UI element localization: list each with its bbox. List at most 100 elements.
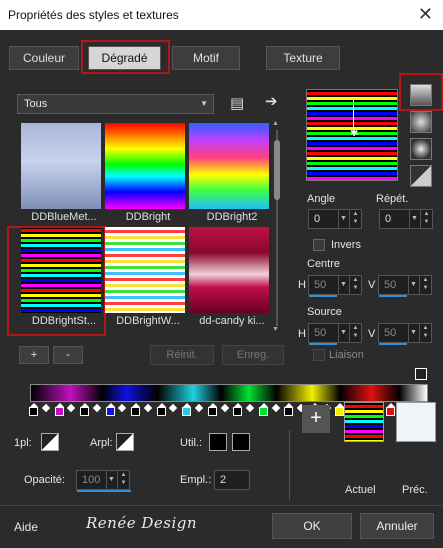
source-v-level (379, 343, 407, 345)
right-color-icon[interactable] (116, 433, 134, 451)
center-v-spinner[interactable]: 50 ▼ ▲ ▼ (378, 275, 432, 297)
gradient-stop[interactable] (233, 403, 243, 416)
chevron-down-icon[interactable]: ▼ (408, 324, 418, 342)
center-h-spinner[interactable]: 50 ▼ ▲ ▼ (308, 275, 362, 297)
gradient-stop[interactable] (105, 403, 115, 416)
category-value: Tous (24, 98, 48, 110)
stepper-icon[interactable]: ▲ ▼ (117, 471, 129, 489)
use-foreground-swatch[interactable] (209, 433, 227, 451)
gradient-thumb-5[interactable]: DDBrightW... (105, 227, 185, 327)
gradient-thumb-1[interactable]: DDBlueMet... (21, 123, 101, 223)
save-button[interactable]: Enreg. (222, 345, 284, 365)
gradient-stop[interactable] (284, 403, 294, 416)
current-swatch[interactable] (344, 402, 384, 442)
midpoint-marker[interactable] (245, 403, 255, 413)
gradient-thumb-label: DDBrightW... (116, 315, 180, 327)
linear-style-button[interactable] (410, 84, 432, 106)
rectangular-style-button[interactable] (410, 111, 432, 133)
chevron-down-icon[interactable]: ▼ (338, 324, 348, 342)
center-label: Centre (307, 258, 341, 270)
midpoint-marker[interactable] (169, 403, 178, 413)
scroll-thumb[interactable] (274, 140, 280, 200)
gradient-stop[interactable] (258, 403, 268, 416)
current-label: Actuel (345, 484, 376, 496)
link-label: Liaison (329, 349, 364, 361)
previous-swatch[interactable] (396, 402, 436, 442)
stepper-icon[interactable]: ▲ ▼ (419, 276, 431, 294)
stop-color-swatch (207, 407, 217, 416)
location-label: Empl.: (180, 474, 212, 486)
stepper-icon[interactable]: ▲ ▼ (420, 210, 432, 228)
tab-motif[interactable]: Motif (172, 46, 240, 70)
midpoint-marker[interactable] (118, 403, 127, 413)
repeat-value: 0 (385, 213, 392, 225)
gradient-stop[interactable] (131, 403, 141, 416)
gradient-stop[interactable] (80, 403, 90, 416)
use-label: Util.: (180, 437, 202, 449)
angle-value: 0 (314, 213, 321, 225)
stepper-icon[interactable]: ▲ ▼ (419, 324, 431, 342)
gradient-editor-bar[interactable] (30, 384, 428, 402)
library-scrollbar[interactable]: ▲ ▼ (272, 120, 282, 334)
midpoint-marker[interactable] (194, 403, 204, 413)
gradient-stop[interactable] (207, 403, 217, 416)
gradient-swatch (189, 227, 269, 313)
gradient-thumb-label: DDBlueMet... (31, 211, 97, 223)
location-input[interactable]: 2 (214, 470, 250, 490)
gradient-thumb-6[interactable]: dd-candy ki... (189, 227, 269, 327)
center-marker-icon[interactable]: ✱ (350, 128, 358, 139)
ok-button[interactable]: OK (272, 513, 352, 539)
midpoint-marker[interactable] (41, 403, 51, 413)
midpoint-marker[interactable] (220, 403, 229, 413)
repeat-spinner[interactable]: 0 ▼ ▲ ▼ (379, 209, 433, 229)
angle-spinner[interactable]: 0 ▼ ▲ ▼ (308, 209, 362, 229)
use-background-swatch[interactable] (232, 433, 250, 451)
center-h-label: H (298, 279, 306, 291)
stepper-icon[interactable]: ▲ ▼ (349, 276, 361, 294)
stop-color-swatch (29, 407, 38, 416)
midpoint-marker[interactable] (67, 403, 76, 413)
midpoint-marker[interactable] (271, 403, 280, 413)
chevron-down-icon[interactable]: ▼ (338, 276, 348, 294)
invert-checkbox[interactable] (313, 239, 325, 251)
scroll-up-icon[interactable]: ▲ (272, 120, 279, 127)
cancel-button[interactable]: Annuler (360, 513, 434, 539)
category-dropdown[interactable]: Tous ▼ (17, 94, 214, 114)
tab-couleur[interactable]: Couleur (9, 46, 79, 70)
chevron-down-icon[interactable]: ▼ (338, 210, 348, 228)
chevron-down-icon[interactable]: ▼ (408, 276, 418, 294)
gradient-stop[interactable] (54, 403, 64, 416)
remove-gradient-button[interactable]: - (53, 346, 83, 364)
tab-texture[interactable]: Texture (266, 46, 340, 70)
eyedropper-icon[interactable] (415, 368, 427, 380)
stepper-icon[interactable]: ▲ ▼ (349, 324, 361, 342)
stepper-icon[interactable]: ▲ ▼ (349, 210, 361, 228)
radial-style-button[interactable] (410, 138, 432, 160)
midpoint-marker[interactable] (92, 403, 102, 413)
source-v-spinner[interactable]: 50 ▼ ▲ ▼ (378, 323, 432, 345)
help-link[interactable]: Aide (14, 520, 38, 534)
source-h-spinner[interactable]: 50 ▼ ▲ ▼ (308, 323, 362, 345)
gradient-stop[interactable] (386, 403, 396, 416)
arrow-right-icon[interactable]: ➔ (265, 92, 278, 110)
left-color-icon[interactable] (41, 433, 59, 451)
gradient-thumb-2[interactable]: DDBright (105, 123, 185, 223)
add-to-swatches-button[interactable]: + (302, 405, 330, 433)
gradient-thumb-3[interactable]: DDBright2 (189, 123, 269, 223)
link-checkbox[interactable] (313, 349, 325, 361)
add-gradient-button[interactable]: + (19, 346, 49, 364)
opacity-spinner[interactable]: 100 ▼ ▲ ▼ (76, 470, 131, 492)
gradient-stop[interactable] (182, 403, 192, 416)
chevron-down-icon[interactable]: ▼ (409, 210, 419, 228)
stop-color-swatch (258, 407, 268, 416)
reset-button[interactable]: Réinit. (150, 345, 214, 365)
scroll-down-icon[interactable]: ▼ (272, 326, 279, 333)
opacity-value: 100 (82, 474, 101, 486)
sunburst-style-button[interactable] (410, 165, 432, 187)
gradient-stop[interactable] (156, 403, 166, 416)
close-icon[interactable]: ✕ (418, 4, 433, 25)
gradient-stop[interactable] (29, 403, 38, 416)
library-menu-icon[interactable]: ▤ (230, 94, 244, 112)
chevron-down-icon[interactable]: ▼ (106, 471, 116, 489)
midpoint-marker[interactable] (143, 403, 153, 413)
